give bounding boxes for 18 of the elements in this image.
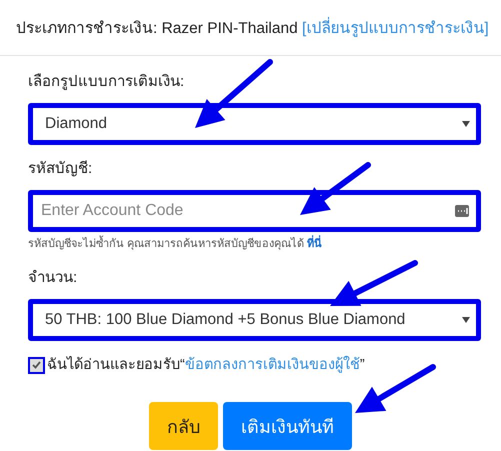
top-up-button[interactable]: เติมเงินทันที xyxy=(223,402,352,450)
field-label: จำนวน: xyxy=(28,268,78,288)
agreement-text: ฉันได้อ่านและยอมรับ“ข้อตกลงการเติมเงินของผู้ใช้” xyxy=(47,355,365,375)
arrow-drawing xyxy=(300,162,371,215)
back-button[interactable]: กลับ xyxy=(149,402,218,450)
payment-type-text: ประเภทการชำระเงิน: Razer PIN-Thailand [เปลี่ยนรูปแบบการชำระเงิน] xyxy=(16,15,489,40)
caret-icon xyxy=(462,317,470,323)
input-field[interactable]: Enter Account Code xyxy=(28,190,481,232)
check-icon xyxy=(32,361,41,369)
caret-icon xyxy=(462,121,470,127)
terms-link[interactable]: ข้อตกลงการเติมเงินของผู้ใช้ xyxy=(184,357,360,373)
agree-checkbox[interactable] xyxy=(28,356,45,374)
select-field[interactable]: Diamond xyxy=(28,103,481,145)
key-icon xyxy=(455,205,469,217)
field-label: รหัสบัญชี: xyxy=(28,159,92,179)
help-text: รหัสบัญชีจะไม่ซ้ำกัน คุณสามารถค้นหารหัสบัญชีของคุณได้ ที่นี่ xyxy=(28,236,322,252)
field-label: เลือกรูปแบบการเติมเงิน: xyxy=(28,72,184,92)
select-field[interactable]: 50 THB: 100 Blue Diamond +5 Bonus Blue Diamond xyxy=(28,299,481,341)
